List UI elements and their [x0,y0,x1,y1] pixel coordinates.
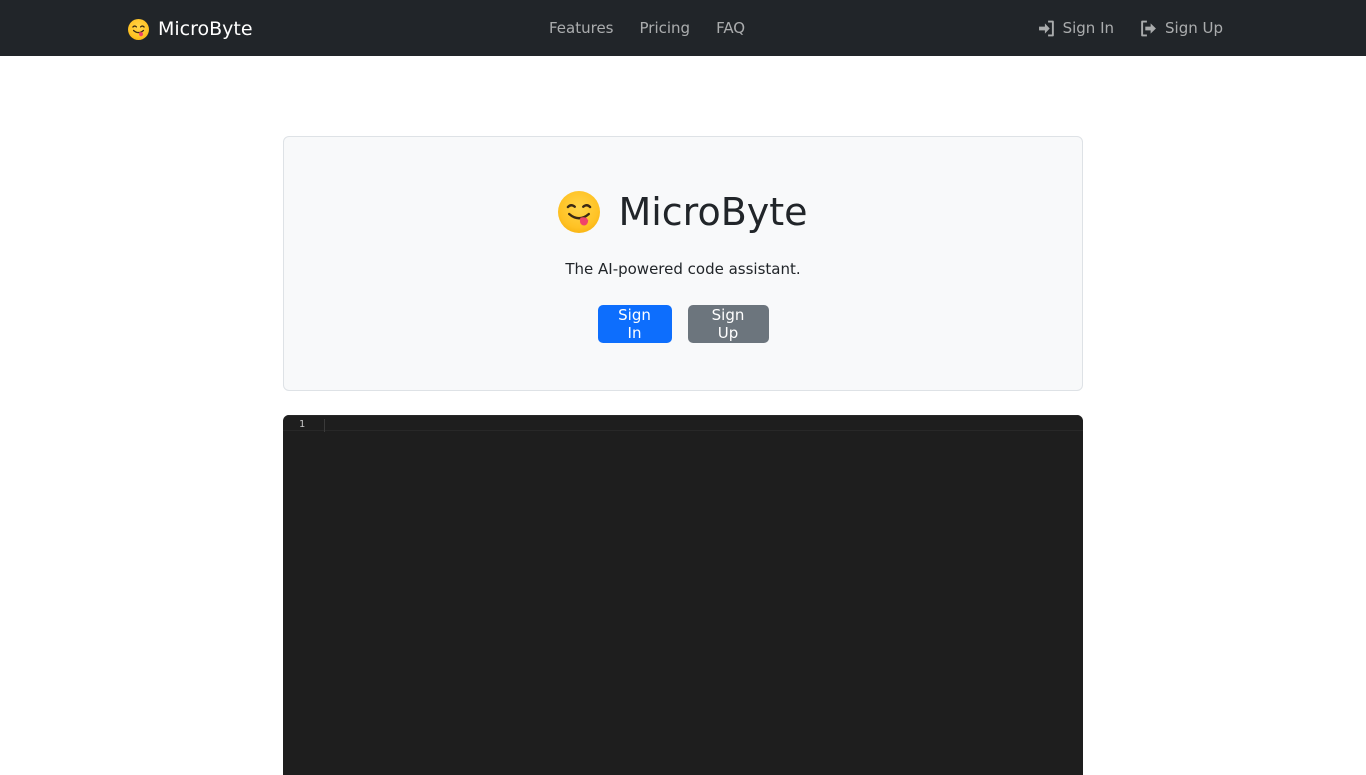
hero-emoji-icon [558,191,601,233]
logo-emoji-icon [128,18,149,40]
hero-title: MicroByte [618,190,808,234]
hero-buttons: Sign In Sign Up [284,305,1082,343]
editor-active-line[interactable]: 1 [283,415,1083,432]
sign-up-icon [1141,20,1156,36]
brand-name: MicroByte [158,18,253,40]
line-number: 1 [299,419,306,430]
nav-sign-in-label: Sign In [1062,19,1114,37]
hero-subtitle: The AI-powered code assistant. [565,260,801,278]
nav-sign-up-link[interactable]: Sign Up [1140,18,1223,38]
navbar: MicroByte Features Pricing FAQ Sign In S… [0,0,1366,56]
nav-link-faq[interactable]: FAQ [716,18,745,38]
nav-links: Features Pricing FAQ [549,18,745,38]
brand-link[interactable]: MicroByte [128,16,253,42]
hero-card: MicroByte The AI-powered code assistant.… [283,136,1083,391]
sign-up-button[interactable]: Sign Up [687,305,769,343]
sign-in-icon [1038,20,1054,36]
sign-in-button[interactable]: Sign In [597,305,672,343]
editor-cursor [324,419,325,432]
hero-heading: MicroByte [284,189,1082,235]
nav-sign-up-label: Sign Up [1165,19,1223,37]
nav-link-features[interactable]: Features [549,18,614,38]
nav-auth-links: Sign In Sign Up [1038,18,1223,38]
code-editor[interactable]: 1 [283,415,1083,775]
nav-link-pricing[interactable]: Pricing [640,18,691,38]
nav-sign-in-link[interactable]: Sign In [1038,18,1114,38]
